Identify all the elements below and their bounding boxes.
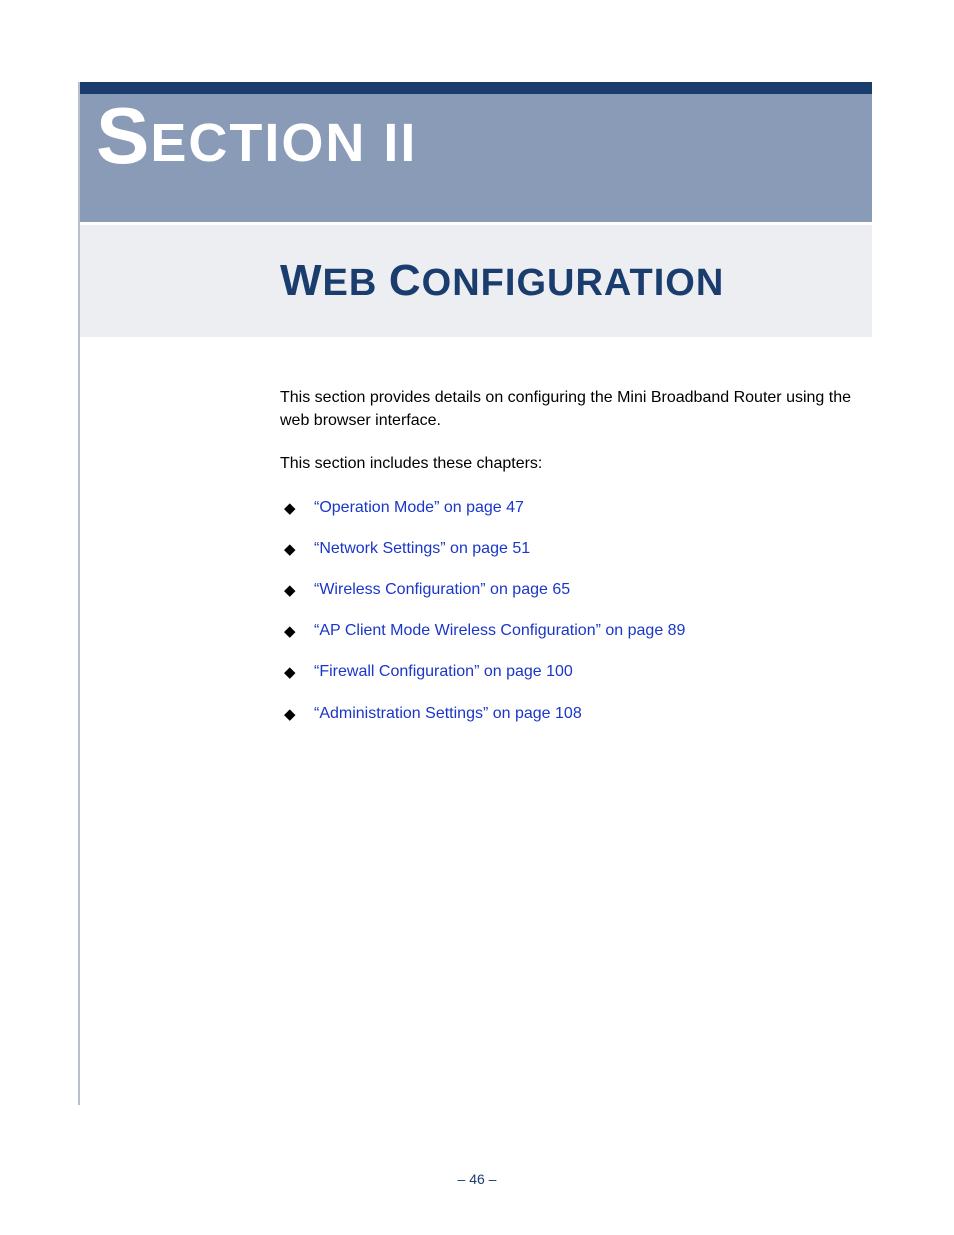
chapter-link-operation-mode[interactable]: “Operation Mode” on page 47 (314, 499, 524, 516)
chapter-link-firewall-configuration[interactable]: “Firewall Configuration” on page 100 (314, 663, 573, 680)
title-banner: WEB CONFIGURATION (80, 225, 872, 337)
diamond-bullet-icon: ◆ (284, 662, 296, 684)
list-item: ◆ “Wireless Configuration” on page 65 (280, 578, 860, 601)
page-footer: – 46 – (0, 1171, 954, 1187)
list-item: ◆ “Firewall Configuration” on page 100 (280, 660, 860, 683)
page-number: – 46 – (458, 1171, 497, 1187)
section-label-first-letter: S (96, 96, 150, 176)
section-label-rest: ECTION II (150, 96, 417, 170)
diamond-bullet-icon: ◆ (284, 704, 296, 726)
chapter-link-network-settings[interactable]: “Network Settings” on page 51 (314, 540, 530, 557)
list-item: ◆ “Network Settings” on page 51 (280, 537, 860, 560)
chapter-link-wireless-configuration[interactable]: “Wireless Configuration” on page 65 (314, 581, 570, 598)
diamond-bullet-icon: ◆ (284, 580, 296, 602)
diamond-bullet-icon: ◆ (284, 621, 296, 643)
content-body: This section provides details on configu… (280, 386, 860, 743)
chapter-link-administration-settings[interactable]: “Administration Settings” on page 108 (314, 705, 582, 722)
intro-paragraph-1: This section provides details on configu… (280, 386, 860, 432)
list-item: ◆ “AP Client Mode Wireless Configuration… (280, 619, 860, 642)
list-item: ◆ “Operation Mode” on page 47 (280, 496, 860, 519)
top-accent-bar (80, 82, 872, 94)
chapter-list: ◆ “Operation Mode” on page 47 ◆ “Network… (280, 496, 860, 725)
page-title: WEB CONFIGURATION (280, 256, 724, 306)
intro-paragraph-2: This section includes these chapters: (280, 452, 860, 475)
chapter-link-ap-client-mode[interactable]: “AP Client Mode Wireless Configuration” … (314, 622, 685, 639)
list-item: ◆ “Administration Settings” on page 108 (280, 702, 860, 725)
diamond-bullet-icon: ◆ (284, 498, 296, 520)
diamond-bullet-icon: ◆ (284, 539, 296, 561)
section-banner: S ECTION II (80, 94, 872, 222)
